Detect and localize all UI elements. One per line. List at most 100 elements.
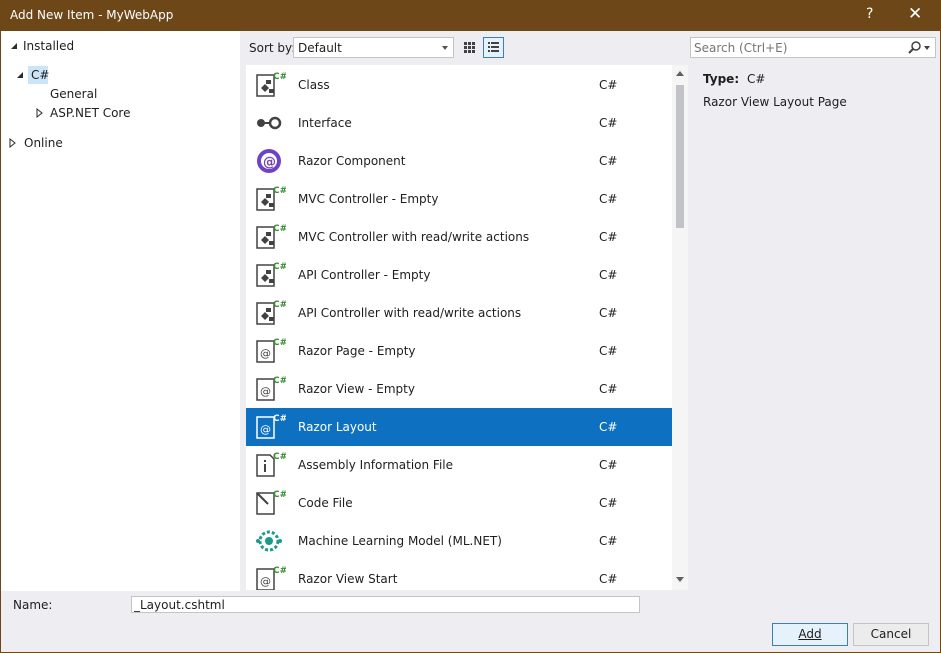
add-button-label: Add (798, 627, 822, 641)
template-name: Interface (298, 116, 352, 130)
type-value: C# (746, 72, 766, 86)
svg-text:C#: C# (273, 186, 286, 196)
template-language: C# (599, 78, 618, 92)
interface-icon (257, 116, 282, 130)
template-language: C# (599, 420, 618, 434)
tree-label-general: General (50, 87, 98, 101)
list-view-button[interactable] (483, 37, 504, 58)
svg-text:C#: C# (273, 452, 286, 462)
template-item[interactable]: C# MVC Controller with read/write actions… (246, 218, 672, 256)
window-title: Add New Item - MyWebApp (10, 8, 174, 22)
add-button[interactable]: Add (772, 623, 848, 646)
template-language: C# (599, 268, 618, 282)
svg-text:@: @ (260, 423, 271, 436)
template-item[interactable]: @ C# Razor View Start C# (246, 560, 672, 590)
razor-page-icon: @C# (256, 566, 286, 590)
collapse-icon[interactable] (10, 42, 18, 50)
tree-node-csharp[interactable]: C# (16, 66, 50, 84)
template-language: C# (599, 116, 618, 130)
search-box[interactable] (690, 37, 936, 58)
razor-page-icon: @C# (256, 338, 286, 363)
scroll-thumb[interactable] (676, 85, 684, 228)
svg-text:C#: C# (273, 72, 286, 82)
class-icon: C# (256, 72, 286, 97)
svg-text:@: @ (263, 155, 276, 170)
template-language: C# (599, 306, 618, 320)
template-name: Class (298, 78, 330, 92)
template-item[interactable]: @ C# Razor Layout C# (246, 408, 672, 446)
template-item[interactable]: C# Assembly Information File C# (246, 446, 672, 484)
list-scrollbar[interactable] (672, 65, 688, 590)
svg-text:@: @ (260, 347, 271, 360)
template-name: Machine Learning Model (ML.NET) (298, 534, 502, 548)
template-item[interactable]: C# API Controller - Empty C# (246, 256, 672, 294)
template-name: Razor View Start (298, 572, 398, 586)
svg-text:C#: C# (273, 224, 286, 234)
template-item[interactable]: C# API Controller with read/write actions… (246, 294, 672, 332)
svg-text:@: @ (260, 575, 271, 588)
type-label: Type: (703, 72, 740, 86)
search-input[interactable] (694, 40, 904, 55)
collapse-icon[interactable] (16, 71, 24, 79)
name-field[interactable] (131, 596, 640, 613)
sort-value: Default (298, 41, 342, 55)
template-name: MVC Controller with read/write actions (298, 230, 530, 244)
template-item[interactable]: Interface C# (246, 104, 672, 142)
template-name: API Controller with read/write actions (298, 306, 522, 320)
close-button[interactable]: ✕ (908, 4, 922, 24)
svg-text:@: @ (260, 385, 271, 398)
list-icon (488, 42, 499, 52)
template-language: C# (599, 496, 618, 510)
info-file-icon: C# (256, 452, 286, 477)
template-item[interactable]: C# Code File C# (246, 484, 672, 522)
tree-label-csharp: C# (31, 68, 50, 82)
template-language: C# (599, 230, 618, 244)
razor-page-icon: @C# (256, 376, 286, 401)
template-item[interactable]: Machine Learning Model (ML.NET) C# (246, 522, 672, 560)
template-item[interactable]: C# MVC Controller - Empty C# (246, 180, 672, 218)
razor-component-icon: @ (257, 149, 281, 173)
svg-text:C#: C# (273, 376, 286, 386)
class-icon: C# (256, 186, 286, 211)
cancel-button-label: Cancel (870, 627, 912, 641)
template-item[interactable]: C# Class C# (246, 66, 672, 104)
cancel-button[interactable]: Cancel (853, 623, 929, 646)
svg-text:C#: C# (273, 300, 286, 310)
scroll-up-icon[interactable] (676, 71, 684, 76)
sort-label: Sort by: (249, 41, 296, 55)
template-name: Code File (298, 496, 353, 510)
sort-dropdown[interactable]: Default (293, 37, 454, 58)
template-item[interactable]: @ C# Razor Page - Empty C# (246, 332, 672, 370)
expand-icon[interactable] (36, 108, 44, 118)
template-name: Razor View - Empty (298, 382, 415, 396)
tree-label-online: Online (24, 136, 63, 150)
grid-view-button[interactable] (459, 37, 480, 58)
expand-icon[interactable] (9, 138, 17, 148)
template-language: C# (599, 192, 618, 206)
template-language: C# (599, 382, 618, 396)
tree-node-general[interactable]: General (50, 85, 97, 103)
svg-text:C#: C# (273, 490, 286, 500)
template-name: Assembly Information File (298, 458, 454, 472)
class-icon: C# (256, 262, 286, 287)
template-item[interactable]: @ C# Razor View - Empty C# (246, 370, 672, 408)
details-panel: Type: C# Razor View Layout Page (703, 72, 847, 109)
help-button[interactable]: ? (866, 6, 873, 22)
search-icon[interactable] (907, 40, 933, 56)
template-language: C# (599, 154, 618, 168)
template-name: Razor Page - Empty (298, 344, 416, 358)
template-language: C# (599, 458, 618, 472)
svg-text:C#: C# (273, 414, 286, 424)
template-item[interactable]: @ Razor Component C# (246, 142, 672, 180)
svg-text:C#: C# (273, 262, 286, 272)
svg-text:C#: C# (273, 338, 286, 348)
scroll-down-icon[interactable] (676, 577, 684, 582)
template-language: C# (599, 344, 618, 358)
grid-icon (464, 42, 475, 53)
template-list: C# Class C# Interface C# @ Razor Component C# C#… (246, 65, 688, 590)
title-bar: Add New Item - MyWebApp ? ✕ (0, 0, 941, 31)
name-label: Name: (13, 598, 53, 612)
razor-page-icon: @C# (256, 414, 286, 439)
template-language: C# (599, 572, 618, 586)
template-language: C# (599, 534, 618, 548)
